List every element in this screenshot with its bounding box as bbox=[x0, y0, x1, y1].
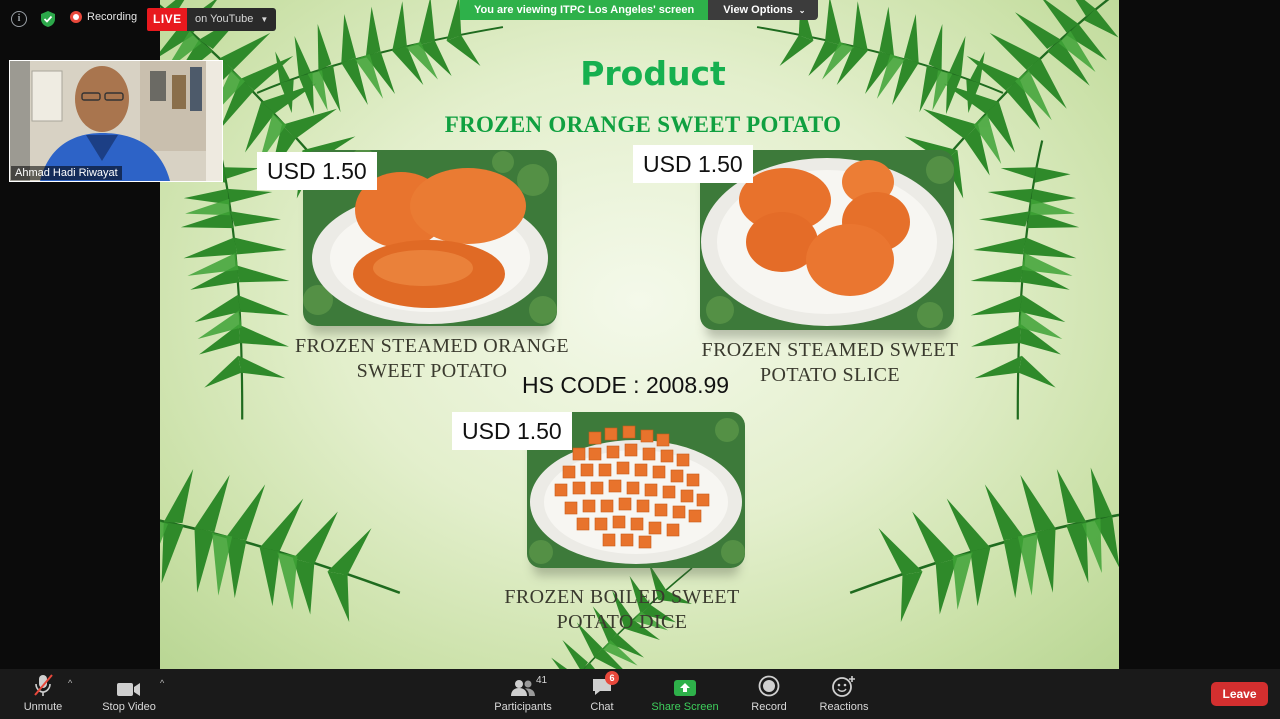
audio-options-caret-icon[interactable]: ^ bbox=[68, 678, 72, 688]
palm-frond-decoration bbox=[160, 372, 418, 669]
palm-frond-decoration bbox=[832, 372, 1119, 669]
recording-icon bbox=[70, 11, 82, 23]
live-badge[interactable]: LIVE bbox=[147, 8, 188, 31]
share-banner-label: You are viewing ITPC Los Angeles' screen bbox=[460, 0, 709, 20]
participants-icon bbox=[511, 680, 535, 696]
record-icon bbox=[758, 675, 780, 697]
price-tag: USD 1.50 bbox=[452, 412, 572, 450]
live-destination-label: on YouTube bbox=[195, 13, 254, 25]
reactions-label: Reactions bbox=[819, 701, 869, 713]
product-caption: FROZEN BOILED SWEET POTATO DICE bbox=[470, 585, 774, 635]
slide-title: Product bbox=[580, 54, 726, 93]
stop-video-label: Stop Video bbox=[102, 701, 156, 713]
participant-video-feed bbox=[10, 61, 222, 181]
share-screen-icon bbox=[674, 680, 696, 696]
reactions-button[interactable]: Reactions bbox=[816, 669, 872, 719]
microphone-muted-icon bbox=[34, 674, 53, 696]
participants-count: 41 bbox=[536, 675, 548, 686]
share-screen-button[interactable]: Share Screen bbox=[650, 669, 720, 719]
share-screen-label: Share Screen bbox=[651, 701, 719, 713]
unmute-button[interactable]: Unmute bbox=[18, 669, 68, 719]
chevron-down-icon: ▼ bbox=[260, 15, 269, 24]
participants-button[interactable]: 41 Participants bbox=[490, 669, 556, 719]
view-options-button[interactable]: View Options ⌄ bbox=[708, 0, 818, 20]
product-name-line: FROZEN STEAMED SWEET bbox=[701, 339, 959, 361]
record-button[interactable]: Record bbox=[748, 669, 790, 719]
presentation-slide: Product FROZEN ORANGE SWEET POTATO USD 1… bbox=[160, 0, 1119, 669]
price-tag: USD 1.50 bbox=[257, 152, 377, 190]
stop-video-button[interactable]: Stop Video bbox=[100, 669, 158, 719]
view-options-label: View Options bbox=[723, 4, 793, 16]
product-name-line: FROZEN BOILED SWEET bbox=[504, 586, 740, 608]
participants-label: Participants bbox=[494, 701, 552, 713]
meeting-info-icon[interactable]: i bbox=[11, 11, 27, 27]
shared-screen-area: Product FROZEN ORANGE SWEET POTATO USD 1… bbox=[0, 0, 1280, 669]
chevron-down-icon: ⌄ bbox=[798, 6, 806, 15]
video-options-caret-icon[interactable]: ^ bbox=[160, 678, 164, 688]
screen-share-banner: You are viewing ITPC Los Angeles' screen… bbox=[460, 0, 818, 20]
chat-unread-badge: 6 bbox=[605, 671, 619, 685]
video-camera-icon bbox=[117, 683, 140, 696]
chat-label: Chat bbox=[590, 701, 614, 713]
meeting-toolbar: Unmute ^ Stop Video ^ 41 Participants 6 … bbox=[0, 669, 1280, 719]
live-destination-menu[interactable]: on YouTube ▼ bbox=[187, 8, 277, 31]
product-name-line: FROZEN STEAMED ORANGE bbox=[295, 335, 569, 357]
encryption-shield-icon[interactable] bbox=[41, 11, 55, 32]
record-label: Record bbox=[751, 701, 787, 713]
product-name-line: POTATO DICE bbox=[556, 611, 688, 633]
chat-button[interactable]: 6 Chat bbox=[584, 669, 620, 719]
participant-name-label: Ahmad Hadi Riwayat bbox=[11, 166, 122, 180]
slide-subtitle: FROZEN ORANGE SWEET POTATO bbox=[444, 112, 842, 137]
leave-meeting-button[interactable]: Leave bbox=[1211, 682, 1268, 706]
recording-label: Recording bbox=[87, 11, 138, 23]
price-tag: USD 1.50 bbox=[633, 145, 753, 183]
reactions-smiley-icon bbox=[832, 676, 855, 697]
unmute-label: Unmute bbox=[23, 701, 63, 713]
hs-code-label: HS CODE : 2008.99 bbox=[522, 372, 730, 398]
participant-video-tile[interactable]: Ahmad Hadi Riwayat bbox=[9, 60, 223, 182]
recording-indicator[interactable]: Recording bbox=[70, 11, 137, 23]
